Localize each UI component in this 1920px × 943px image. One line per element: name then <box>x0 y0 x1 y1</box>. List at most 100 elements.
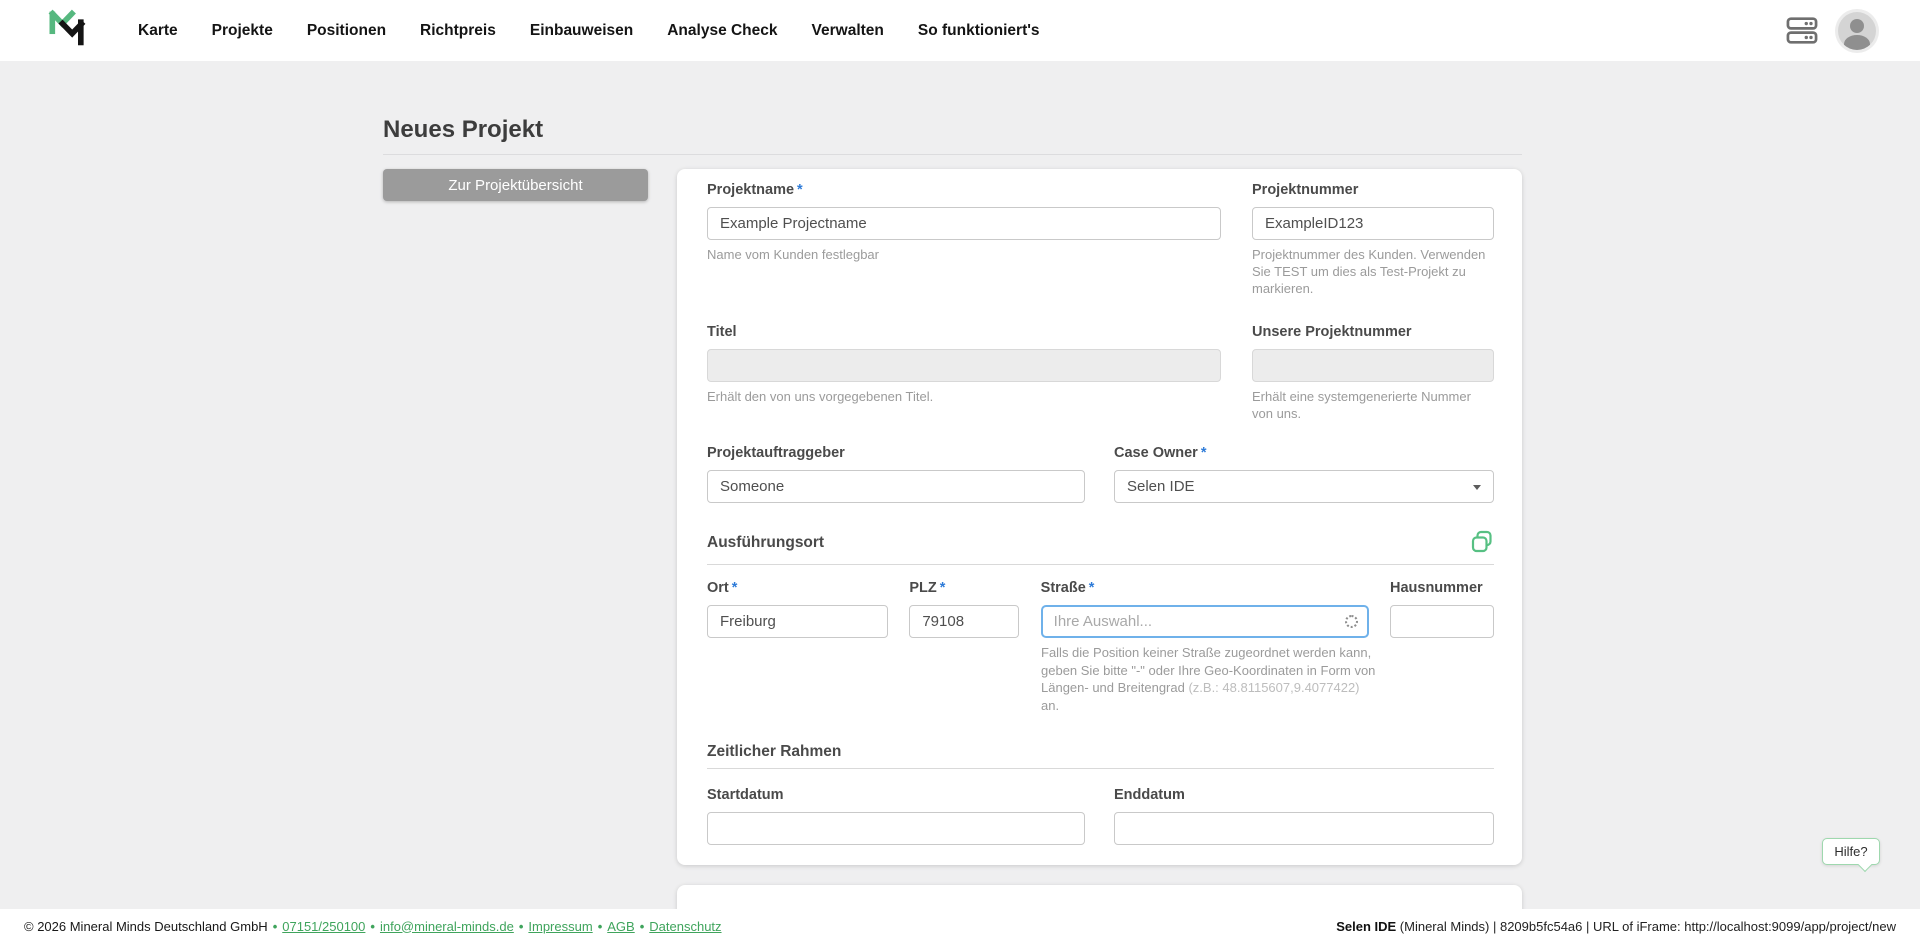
nav-item-karte[interactable]: Karte <box>138 22 178 40</box>
form-row-name-number: Projektname* Name vom Kunden festlegbar … <box>707 182 1494 298</box>
projektauftraggeber-field-group: Projektauftraggeber <box>707 445 1085 503</box>
projektnummer-input[interactable] <box>1252 207 1494 240</box>
user-avatar[interactable] <box>1838 12 1876 50</box>
loading-spinner-icon <box>1345 615 1358 628</box>
top-navigation-bar: Karte Projekte Positionen Richtpreis Ein… <box>0 0 1920 61</box>
topbar-right <box>1786 12 1876 50</box>
footer-session-details: (Mineral Minds) | 8209b5fc54a6 | URL of … <box>1396 919 1896 934</box>
startdatum-label: Startdatum <box>707 787 1085 804</box>
server-icon[interactable] <box>1786 17 1818 44</box>
plz-field-group: PLZ* <box>909 580 1019 638</box>
form-row-address: Ort* PLZ* Straße* Hausnummer <box>707 580 1494 638</box>
titel-help: Erhält den von uns vorgegebenen Titel. <box>707 389 1221 406</box>
projektnummer-label: Projektnummer <box>1252 182 1494 199</box>
plz-input[interactable] <box>909 605 1019 638</box>
help-bubble-label: Hilfe? <box>1834 844 1867 859</box>
enddatum-field-group: Enddatum <box>1114 787 1494 845</box>
projektname-input[interactable] <box>707 207 1221 240</box>
zeitlicher-rahmen-section-header: Zeitlicher Rahmen <box>707 743 1494 769</box>
footer-datenschutz-link[interactable]: Datenschutz <box>649 919 721 934</box>
dropdown-arrow-icon <box>1473 485 1481 490</box>
startdatum-input[interactable] <box>707 812 1085 845</box>
projektname-label: Projektname* <box>707 182 1221 199</box>
titel-field-group: Titel Erhält den von uns vorgegebenen Ti… <box>707 324 1221 423</box>
strasse-input[interactable] <box>1041 605 1369 638</box>
ausfuehrungsort-title: Ausführungsort <box>707 534 824 552</box>
ausfuehrungsort-section-header: Ausführungsort <box>707 534 1494 565</box>
footer-separator: • <box>273 919 278 934</box>
nav-item-projekte[interactable]: Projekte <box>212 22 273 40</box>
hausnummer-field-group: Hausnummer <box>1390 580 1494 638</box>
required-asterisk: * <box>1201 445 1207 461</box>
main-nav: Karte Projekte Positionen Richtpreis Ein… <box>138 22 1040 40</box>
avatar-person-icon <box>1850 19 1864 33</box>
form-row-titel: Titel Erhält den von uns vorgegebenen Ti… <box>707 324 1494 423</box>
form-row-dates: Startdatum Enddatum <box>707 787 1494 845</box>
strasse-input-wrapper <box>1041 605 1369 638</box>
ort-field-group: Ort* <box>707 580 888 638</box>
footer-user-name: Selen IDE <box>1336 919 1396 934</box>
zur-projektuebersicht-button[interactable]: Zur Projektübersicht <box>383 169 648 201</box>
nav-item-so-funktionierts[interactable]: So funktioniert's <box>918 22 1040 40</box>
footer-left: © 2026 Mineral Minds Deutschland GmbH • … <box>24 919 722 934</box>
startdatum-field-group: Startdatum <box>707 787 1085 845</box>
nav-item-analyse-check[interactable]: Analyse Check <box>667 22 777 40</box>
footer-email-link[interactable]: info@mineral-minds.de <box>380 919 514 934</box>
copy-address-button[interactable] <box>1470 530 1494 557</box>
case-owner-label: Case Owner* <box>1114 445 1494 462</box>
case-owner-select[interactable]: Selen IDE <box>1114 470 1494 503</box>
copy-icon <box>1470 542 1494 557</box>
case-owner-selected-value: Selen IDE <box>1127 478 1195 495</box>
nav-item-einbauweisen[interactable]: Einbauweisen <box>530 22 633 40</box>
strasse-help-example: (z.B.: 48.8115607,9.4077422) <box>1188 680 1359 695</box>
projektauftraggeber-input[interactable] <box>707 470 1085 503</box>
form-row-auftraggeber-owner: Projektauftraggeber Case Owner* Selen ID… <box>707 445 1494 503</box>
hausnummer-input[interactable] <box>1390 605 1494 638</box>
nav-item-positionen[interactable]: Positionen <box>307 22 386 40</box>
enddatum-input[interactable] <box>1114 812 1494 845</box>
titel-label: Titel <box>707 324 1221 341</box>
footer-copyright: © 2026 Mineral Minds Deutschland GmbH <box>24 919 268 934</box>
required-asterisk: * <box>732 580 738 596</box>
unsere-projektnummer-label: Unsere Projektnummer <box>1252 324 1494 341</box>
footer-impressum-link[interactable]: Impressum <box>528 919 592 934</box>
unsere-projektnummer-help: Erhält eine systemgenerierte Nummer von … <box>1252 389 1494 423</box>
footer-agb-link[interactable]: AGB <box>607 919 634 934</box>
unsere-projektnummer-field-group: Unsere Projektnummer Erhält eine systemg… <box>1252 324 1494 423</box>
help-bubble[interactable]: Hilfe? <box>1822 838 1880 865</box>
enddatum-label: Enddatum <box>1114 787 1494 804</box>
footer-separator: • <box>370 919 375 934</box>
new-project-form-card: Projektname* Name vom Kunden festlegbar … <box>677 169 1522 865</box>
projektname-field-group: Projektname* Name vom Kunden festlegbar <box>707 182 1221 298</box>
required-asterisk: * <box>1089 580 1095 596</box>
zeitlicher-rahmen-title: Zeitlicher Rahmen <box>707 743 841 761</box>
nav-item-verwalten[interactable]: Verwalten <box>812 22 884 40</box>
page-title: Neues Projekt <box>383 116 543 144</box>
app-root: Karte Projekte Positionen Richtpreis Ein… <box>0 0 1920 943</box>
footer-separator: • <box>598 919 603 934</box>
unsere-projektnummer-input <box>1252 349 1494 382</box>
footer-separator: • <box>519 919 524 934</box>
footer-session-info: Selen IDE (Mineral Minds) | 8209b5fc54a6… <box>1336 919 1896 934</box>
strasse-help-suffix: an. <box>1041 698 1059 713</box>
title-divider <box>383 154 1522 155</box>
strasse-label: Straße* <box>1041 580 1369 597</box>
projektnummer-help: Projektnummer des Kunden. Verwenden Sie … <box>1252 247 1494 298</box>
nav-item-richtpreis[interactable]: Richtpreis <box>420 22 496 40</box>
plz-label: PLZ* <box>909 580 1019 597</box>
footer-separator: • <box>640 919 645 934</box>
projektnummer-field-group: Projektnummer Projektnummer des Kunden. … <box>1252 182 1494 298</box>
ort-label: Ort* <box>707 580 888 597</box>
required-asterisk: * <box>797 182 803 198</box>
case-owner-field-group: Case Owner* Selen IDE <box>1114 445 1494 503</box>
strasse-field-group: Straße* <box>1041 580 1369 638</box>
projektname-help: Name vom Kunden festlegbar <box>707 247 1221 264</box>
titel-input <box>707 349 1221 382</box>
ort-input[interactable] <box>707 605 888 638</box>
projektauftraggeber-label: Projektauftraggeber <box>707 445 1085 462</box>
mineral-minds-logo[interactable] <box>48 7 86 54</box>
footer: © 2026 Mineral Minds Deutschland GmbH • … <box>0 909 1920 943</box>
footer-phone-link[interactable]: 07151/250100 <box>282 919 365 934</box>
logo-m-icon <box>48 7 86 54</box>
hausnummer-label: Hausnummer <box>1390 580 1494 597</box>
